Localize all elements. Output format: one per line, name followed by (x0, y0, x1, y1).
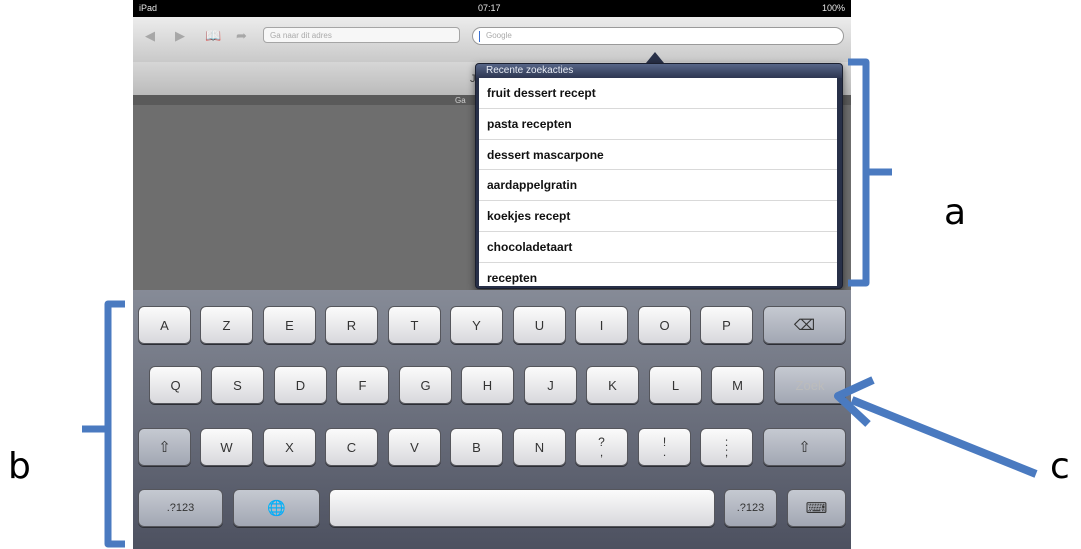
annotation-a: a (944, 192, 967, 233)
annotation-overlay (82, 58, 1038, 548)
bracket-b (82, 300, 125, 548)
arrow-c-shaft (850, 396, 1038, 478)
annotation-c: c (1050, 446, 1070, 487)
annotation-b: b (8, 446, 31, 487)
bracket-a (848, 58, 892, 287)
